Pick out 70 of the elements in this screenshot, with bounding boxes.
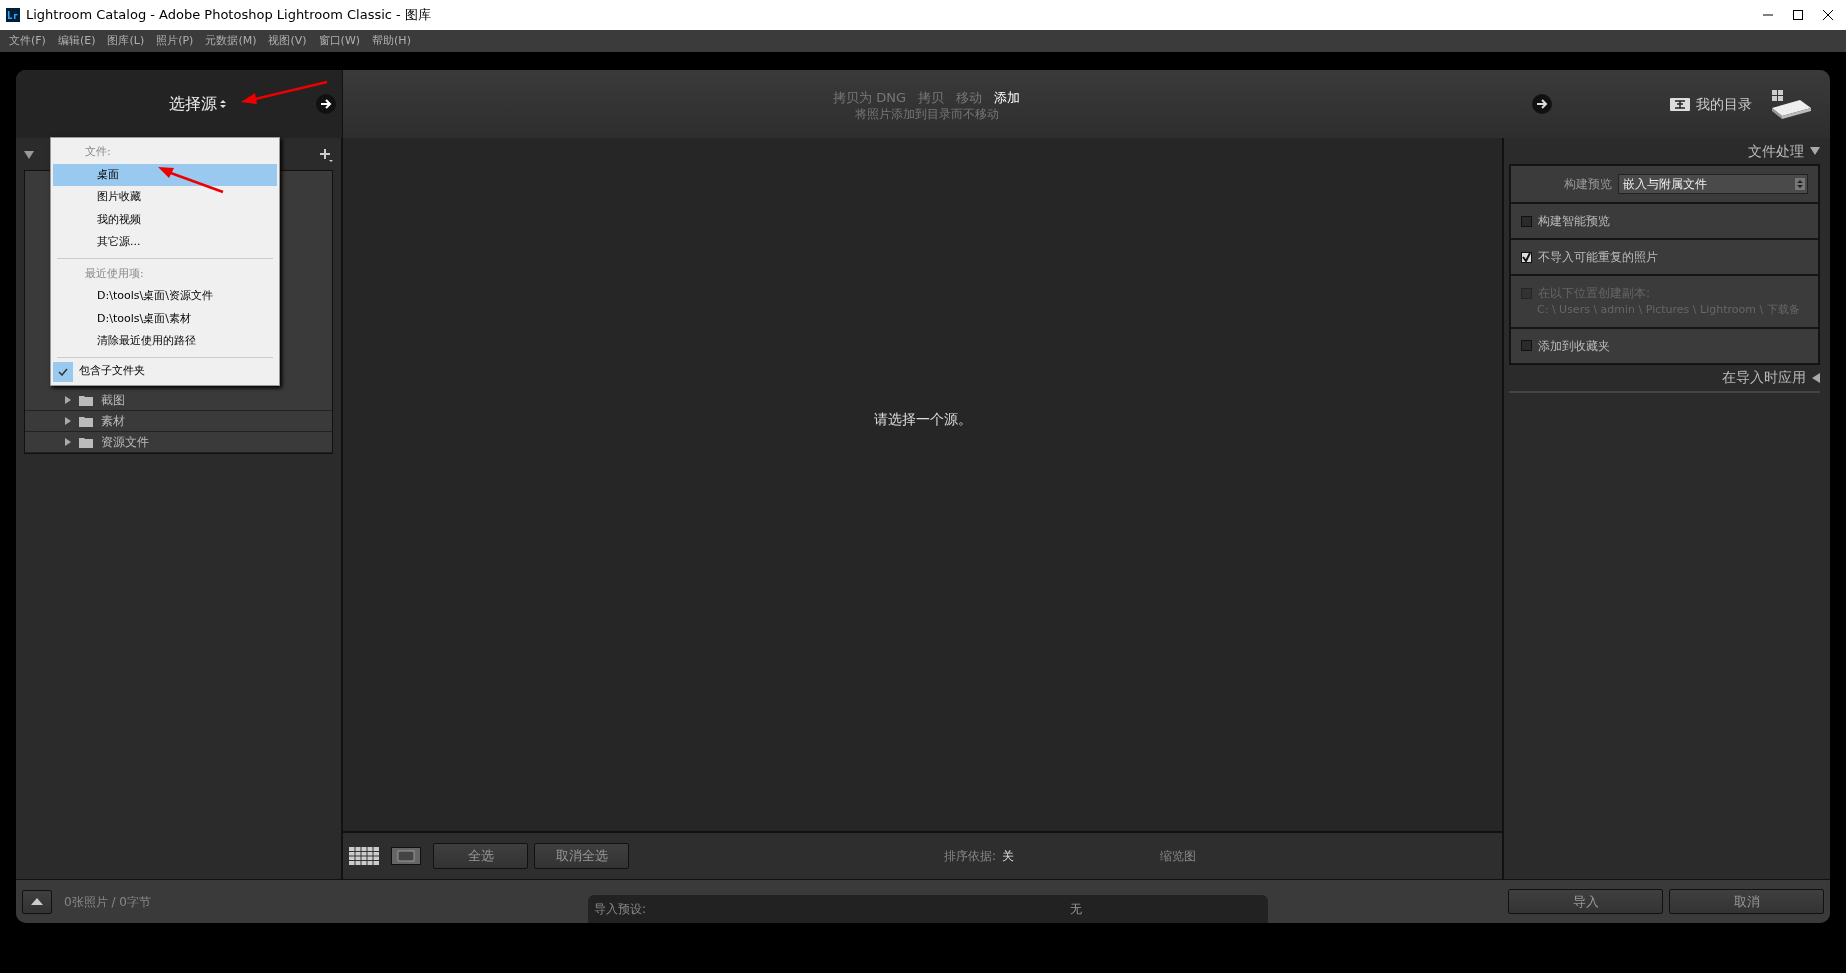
drive-icon (1770, 88, 1812, 120)
folder-icon (79, 394, 93, 406)
up-triangle-icon (31, 898, 43, 905)
folder-icon (79, 436, 93, 448)
toolbar-button[interactable]: 取消全选 (534, 843, 629, 869)
expand-triangle-icon[interactable] (65, 438, 71, 446)
panel-title[interactable]: 文件处理 (1748, 140, 1804, 162)
destination-label[interactable]: 我的目录 (1696, 93, 1752, 115)
menu-item[interactable]: 编辑(E) (51, 32, 102, 50)
preview-dropdown[interactable]: 嵌入与附属文件 (1618, 174, 1808, 194)
expand-triangle-icon[interactable] (65, 396, 71, 404)
menu-item[interactable]: D:\tools\桌面\资源文件 (53, 285, 277, 308)
maximize-icon[interactable] (1792, 9, 1804, 21)
option-label: 不导入可能重复的照片 (1538, 249, 1658, 266)
mode-description: 将照片添加到目录而不移动 (854, 107, 999, 120)
sort-dropdown[interactable]: 关 (1002, 847, 1014, 865)
add-icon[interactable] (319, 148, 333, 162)
menu-item[interactable]: 桌面 (53, 163, 277, 186)
expand-triangle-icon[interactable] (1812, 372, 1820, 383)
menu-item[interactable]: 帮助(H) (366, 32, 417, 50)
option-label: 构建智能预览 (1538, 213, 1610, 230)
folder-name[interactable]: 截图 (101, 391, 125, 409)
menu-item[interactable]: 视图(V) (262, 32, 313, 50)
folder-icon (79, 415, 93, 427)
menu-item[interactable]: 包含子文件夹 (79, 363, 145, 380)
menu-item[interactable]: 文件(F) (3, 32, 52, 50)
sort-label: 排序依据: (943, 848, 996, 865)
preset-label: 导入预设: (594, 901, 647, 918)
action-button[interactable]: 取消 (1669, 888, 1824, 915)
menu-item[interactable]: 图片收藏 (53, 186, 277, 209)
grid-view-icon[interactable] (349, 847, 379, 865)
status-text: 0张照片 / 0字节 (64, 893, 151, 911)
panel-title[interactable]: 在导入时应用 (1722, 367, 1806, 388)
preset-dropdown[interactable]: 无 (1070, 900, 1082, 918)
sort-arrows-icon (220, 99, 226, 109)
menu-item[interactable]: 窗口(W) (312, 32, 367, 50)
menu-item[interactable]: 图库(L) (101, 32, 151, 50)
toolbar-button[interactable]: 全选 (433, 843, 528, 869)
menu-item[interactable]: 清除最近使用的路径 (53, 330, 277, 353)
expand-button[interactable] (22, 889, 52, 914)
annotation-arrow (156, 164, 226, 194)
option-label: 添加到收藏夹 (1538, 337, 1610, 355)
checkmark-icon[interactable] (53, 361, 73, 382)
action-button[interactable]: 导入 (1508, 888, 1663, 915)
close-icon[interactable] (1822, 9, 1834, 21)
checkbox[interactable] (1521, 215, 1532, 227)
menu-item[interactable]: 照片(P) (150, 32, 200, 50)
stepper-arrows-icon (1795, 178, 1805, 190)
app-icon (6, 8, 20, 22)
checkbox[interactable] (1521, 340, 1532, 351)
menu-item[interactable]: 元数据(M) (199, 32, 263, 50)
thumbnail-label: 缩览图 (1160, 848, 1196, 865)
window-title: Lightroom Catalog - Adobe Photoshop Lightroom Classic - 图库 (26, 6, 431, 25)
menu-heading: 最近使用项: (84, 265, 145, 282)
menu-item[interactable]: 其它源... (53, 231, 277, 254)
folder-name[interactable]: 资源文件 (101, 433, 149, 451)
source-selector[interactable]: 选择源 (169, 92, 217, 116)
empty-message: 请选择一个源。 (873, 410, 972, 429)
collapse-triangle-icon[interactable] (1810, 147, 1820, 155)
menu-heading: 文件: (84, 144, 112, 160)
menu-item[interactable]: 我的视频 (53, 208, 277, 231)
field-label: 构建预览 (1564, 176, 1612, 193)
catalog-icon (1670, 97, 1690, 111)
folder-name[interactable]: 素材 (101, 412, 125, 430)
checkbox[interactable] (1521, 251, 1532, 263)
menu-item[interactable]: D:\tools\桌面\素材 (53, 307, 277, 330)
loupe-view-icon[interactable] (391, 847, 421, 865)
collapse-triangle-icon[interactable] (24, 151, 34, 159)
expand-triangle-icon[interactable] (65, 417, 71, 425)
mode-tab[interactable]: 添加 (993, 88, 1020, 108)
